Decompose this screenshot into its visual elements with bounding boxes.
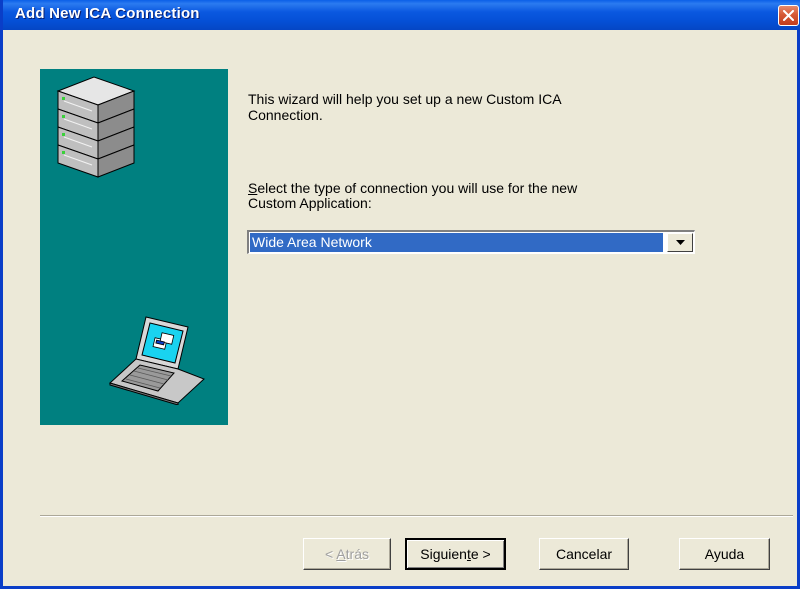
help-button[interactable]: Ayuda (679, 538, 770, 570)
label-hotkey: S (248, 180, 258, 196)
connection-type-label: Select the type of connection you will u… (248, 181, 688, 211)
dropdown-arrow-button[interactable] (667, 233, 693, 252)
close-icon (783, 10, 794, 21)
button-separator (40, 515, 793, 517)
wizard-side-panel (40, 69, 228, 425)
connection-type-dropdown[interactable]: Wide Area Network (247, 230, 695, 254)
back-prefix: < (325, 546, 337, 562)
title-bar[interactable]: Add New ICA Connection (3, 0, 800, 30)
wizard-intro-text: This wizard will help you set up a new C… (248, 91, 688, 123)
next-pre: Siguien (420, 546, 467, 562)
wizard-window: Add New ICA Connection This wizard will … (0, 0, 800, 589)
dropdown-arrow-icon (676, 240, 685, 245)
label-line-1: Select the type of connection you will u… (248, 181, 688, 196)
laptop-icon (109, 316, 205, 405)
back-rest: trás (345, 546, 369, 562)
back-hotkey: A (336, 546, 346, 562)
next-button[interactable]: Siguiente > (405, 538, 506, 570)
close-button[interactable] (778, 5, 799, 26)
next-post: e > (470, 546, 491, 562)
server-stack-icon (56, 76, 136, 178)
back-button[interactable]: < Atrás (303, 538, 391, 570)
label-line-2: Custom Application: (248, 195, 372, 211)
cancel-button[interactable]: Cancelar (539, 538, 629, 570)
intro-line-2: Connection. (248, 107, 323, 123)
label-line-1-rest: elect the type of connection you will us… (257, 180, 578, 196)
window-title: Add New ICA Connection (15, 5, 200, 22)
dropdown-selected-value[interactable]: Wide Area Network (250, 233, 663, 252)
intro-line-1: This wizard will help you set up a new C… (248, 91, 562, 107)
